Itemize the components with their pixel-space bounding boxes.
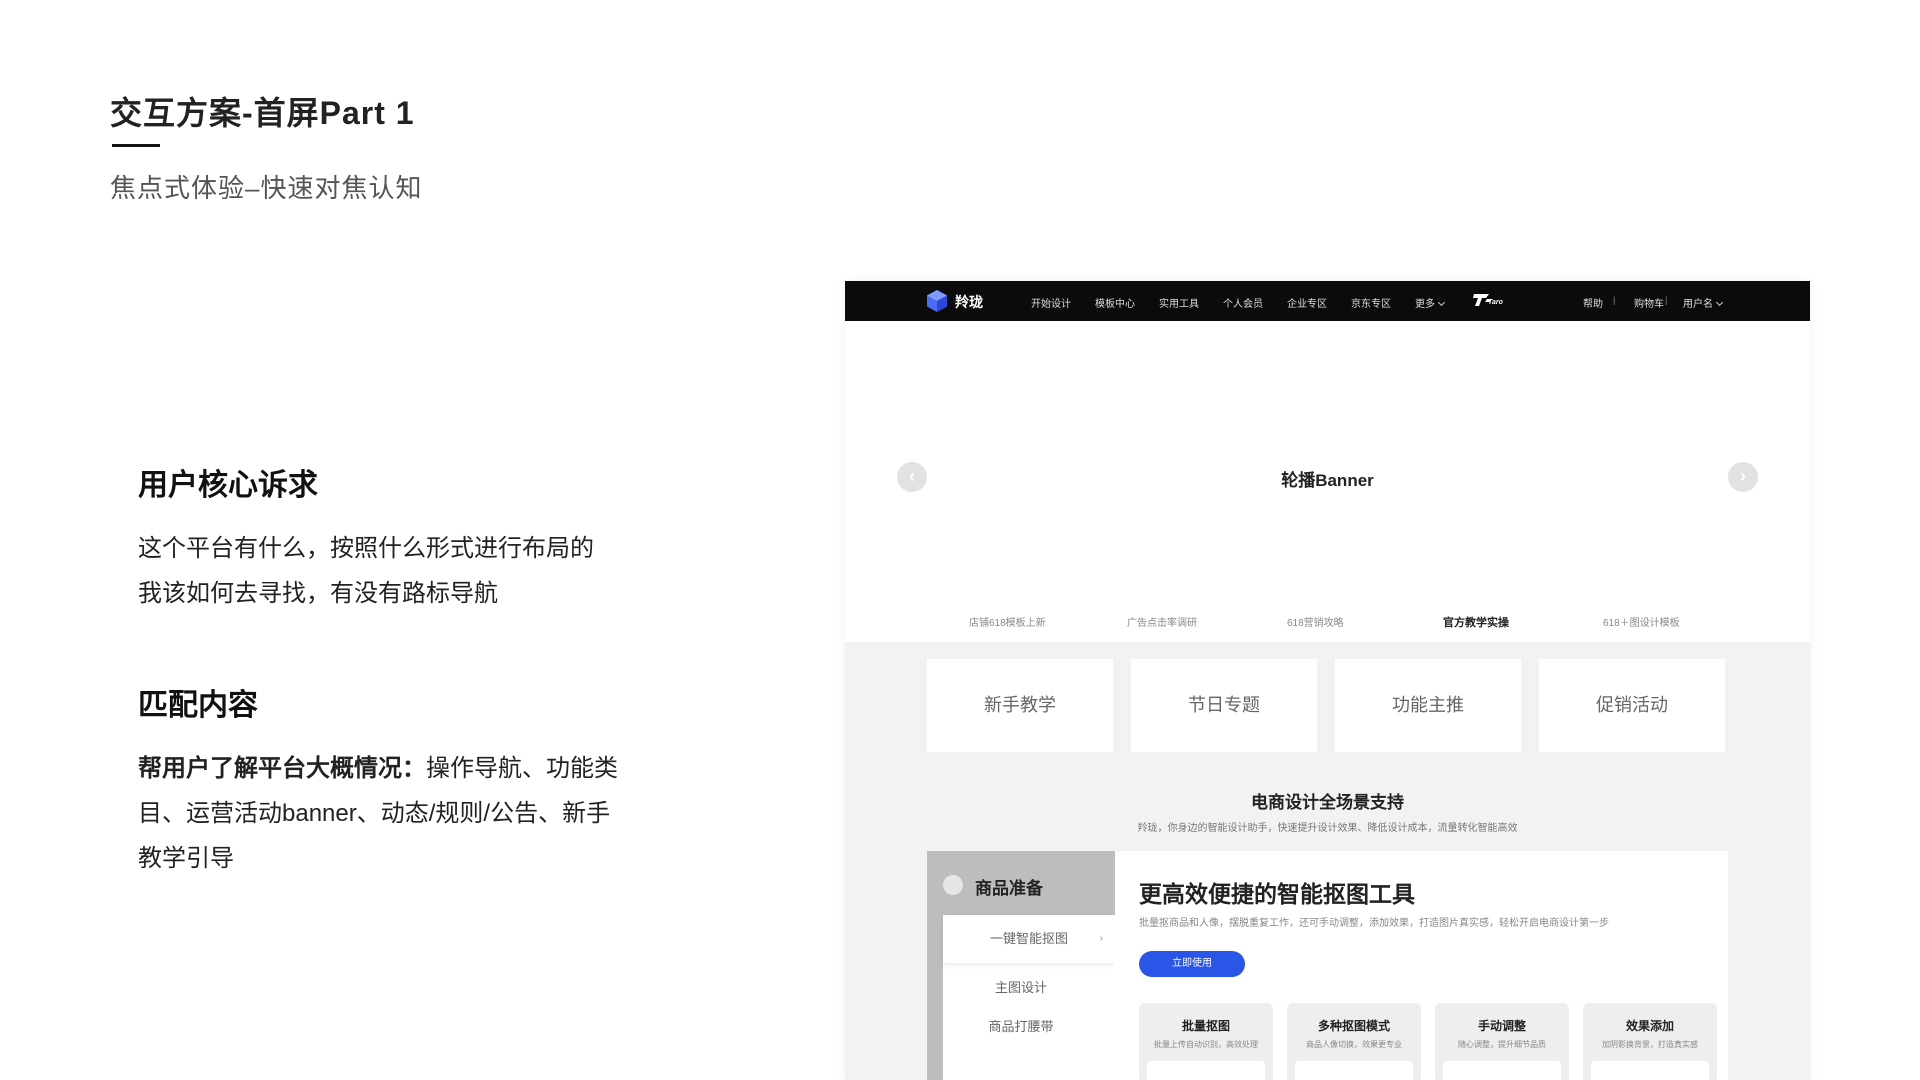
card-desc: 批量上传自动识别，高效处理 <box>1154 1040 1258 1049</box>
section-line: 我该如何去寻找，有没有路标导航 <box>138 580 498 607</box>
nav-enterprise[interactable]: 企业专区 <box>1287 295 1327 310</box>
quick-entry-newbie[interactable]: 新手教学 <box>927 659 1113 752</box>
nav-membership[interactable]: 个人会员 <box>1223 295 1263 310</box>
slide-title: 交互方案-首屏Part 1 <box>110 95 415 131</box>
nav-more-label: 更多 <box>1415 299 1435 310</box>
nav-start-design[interactable]: 开始设计 <box>1031 295 1071 310</box>
card-desc: 随心调整，提升细节品质 <box>1458 1040 1546 1049</box>
scene-subtitle: 羚珑，你身边的智能设计助手，快速提升设计效果、降低设计成本，流量转化智能高效 <box>1137 823 1518 834</box>
card-thumbnail <box>1443 1061 1561 1080</box>
nav-template-center[interactable]: 模板中心 <box>1095 295 1135 310</box>
carousel-banner: ‹ 轮播Banner › 店铺618模板上新 广告点击率调研 618营销攻略 官… <box>845 321 1810 642</box>
username-label: 用户名 <box>1683 299 1713 310</box>
card-desc: 商品人像切换，效果更专业 <box>1306 1040 1402 1049</box>
card-title: 多种抠图模式 <box>1317 1019 1390 1033</box>
nav-jd-zone[interactable]: 京东专区 <box>1351 295 1391 310</box>
title-divider <box>112 144 160 147</box>
nav-help[interactable]: 帮助 <box>1583 295 1603 310</box>
scene-title: 电商设计全场景支持 <box>1251 793 1404 812</box>
section-heading: 用户核心诉求 <box>138 469 318 502</box>
section-heading: 匹配内容 <box>138 689 258 722</box>
category-list: 一键智能抠图 › 主图设计 商品打腰带 <box>943 915 1115 1080</box>
feature-card[interactable]: 多种抠图模式 商品人像切换，效果更专业 <box>1287 1003 1421 1080</box>
category-item-label: 一键智能抠图 <box>989 931 1068 946</box>
quick-entry-promotion[interactable]: 促销活动 <box>1539 659 1725 752</box>
slide-subtitle: 焦点式体验–快速对焦认知 <box>110 173 423 203</box>
nav-user-menu[interactable]: 用户名 <box>1683 295 1724 310</box>
category-item[interactable]: 商品打腰带 <box>943 1016 1099 1035</box>
brand-name[interactable]: 羚珑 <box>955 292 983 312</box>
section-paragraph: 帮用户了解平台大概情况：操作导航、功能类 <box>138 746 698 791</box>
section-line: 教学引导 <box>138 845 234 872</box>
feature-card[interactable]: 手动调整 随心调整，提升细节品质 <box>1435 1003 1569 1080</box>
section-line: 这个平台有什么，按照什么形式进行布局的 <box>138 535 594 562</box>
chevron-down-icon <box>1437 298 1446 307</box>
feature-card[interactable]: 批量抠图 批量上传自动识别，高效处理 <box>1139 1003 1273 1080</box>
category-item-active[interactable]: 一键智能抠图 › <box>943 915 1115 963</box>
card-thumbnail <box>1295 1061 1413 1080</box>
feature-description: 批量抠商品和人像，摆脱重复工作，还可手动调整，添加效果，打造图片真实感，轻松开启… <box>1139 918 1609 929</box>
banner-tab[interactable]: 店铺618模板上新 <box>969 614 1046 629</box>
carousel-next-button[interactable]: › <box>1728 462 1758 492</box>
banner-tab[interactable]: 618营销攻略 <box>1287 614 1344 629</box>
card-thumbnail <box>1591 1061 1709 1080</box>
feature-panel: 更高效便捷的智能抠图工具 批量抠商品和人像，摆脱重复工作，还可手动调整，添加效果… <box>1115 851 1728 1080</box>
use-now-button[interactable]: 立即使用 <box>1139 951 1245 977</box>
top-navbar: 羚珑 开始设计 模板中心 实用工具 个人会员 企业专区 京东专区 更多 Taro… <box>845 281 1810 321</box>
category-item[interactable]: 主图设计 <box>943 977 1099 996</box>
section-line: 目、运营活动banner、动态/规则/公告、新手 <box>138 800 611 827</box>
nav-more[interactable]: 更多 <box>1415 295 1446 310</box>
banner-tab[interactable]: 618＋图设计模板 <box>1603 614 1680 629</box>
banner-tab[interactable]: 广告点击率调研 <box>1127 614 1197 629</box>
card-thumbnail <box>1147 1061 1265 1080</box>
nav-separator: | <box>1665 295 1668 305</box>
section-bold-lead: 帮用户了解平台大概情况： <box>138 755 426 782</box>
homepage-mockup: 羚珑 开始设计 模板中心 实用工具 个人会员 企业专区 京东专区 更多 Taro… <box>845 281 1810 1080</box>
nav-cart[interactable]: 购物车 <box>1634 295 1664 310</box>
nav-separator: | <box>1613 295 1616 305</box>
card-title: 手动调整 <box>1477 1019 1526 1033</box>
taro-label: Taro <box>1488 299 1503 306</box>
quick-entry-feature[interactable]: 功能主推 <box>1335 659 1521 752</box>
brand-cube-icon[interactable] <box>925 289 949 313</box>
category-dot-icon <box>943 875 963 895</box>
category-heading: 商品准备 <box>975 879 1043 898</box>
banner-tab-active[interactable]: 官方教学实操 <box>1443 614 1509 630</box>
feature-title: 更高效便捷的智能抠图工具 <box>1139 881 1415 907</box>
feature-card[interactable]: 效果添加 加阴影换背景，打造真实感 <box>1583 1003 1717 1080</box>
category-panel: 商品准备 一键智能抠图 › 主图设计 商品打腰带 <box>927 851 1115 1080</box>
section-matching-content: 匹配内容 帮用户了解平台大概情况：操作导航、功能类 目、运营活动banner、动… <box>138 680 698 881</box>
section-text: 操作导航、功能类 <box>426 755 618 782</box>
chevron-right-icon: › <box>1099 933 1103 944</box>
nav-tools[interactable]: 实用工具 <box>1159 295 1199 310</box>
card-title: 效果添加 <box>1625 1019 1674 1033</box>
card-desc: 加阴影换背景，打造真实感 <box>1602 1040 1698 1049</box>
chevron-down-icon <box>1715 298 1724 307</box>
banner-title: 轮播Banner <box>1281 471 1374 490</box>
card-title: 批量抠图 <box>1181 1019 1230 1033</box>
section-user-needs: 用户核心诉求 这个平台有什么，按照什么形式进行布局的 我该如何去寻找，有没有路标… <box>138 460 698 616</box>
quick-entry-holiday[interactable]: 节日专题 <box>1131 659 1317 752</box>
